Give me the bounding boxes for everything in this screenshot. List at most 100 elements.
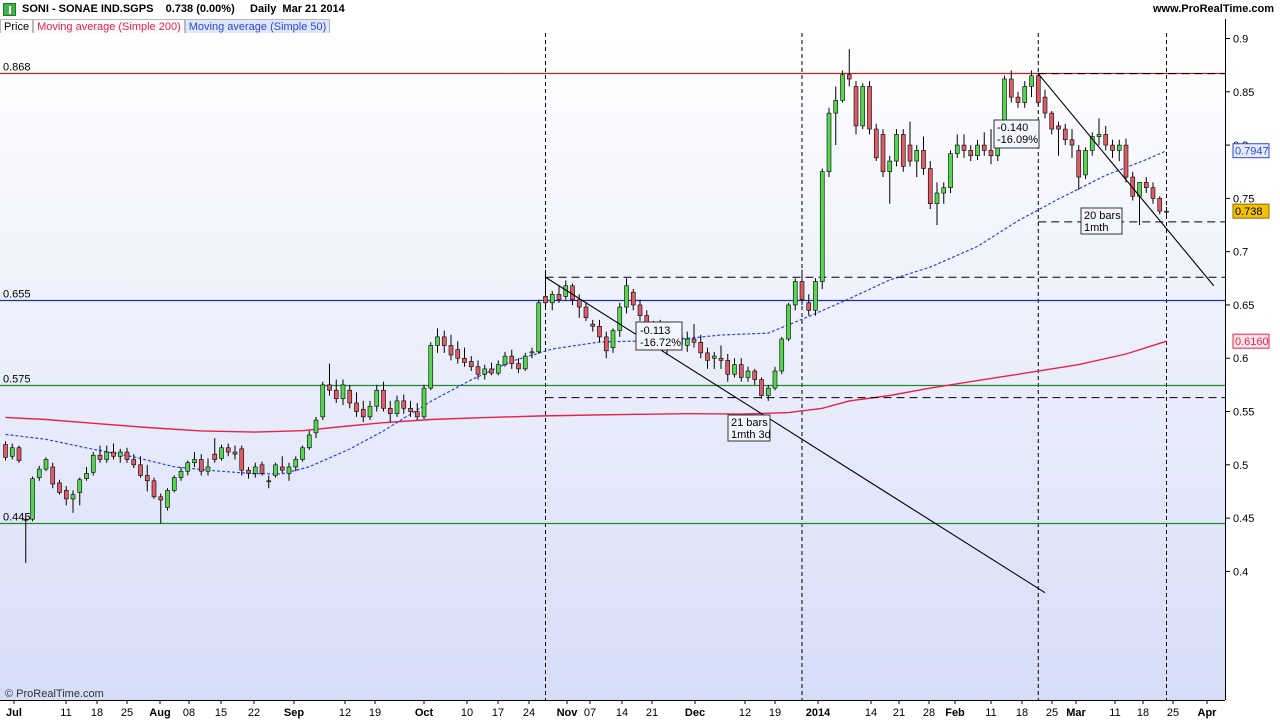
candle-body — [70, 494, 76, 500]
x-tick-label: Dec — [685, 707, 705, 719]
x-tick-label: 28 — [923, 707, 935, 719]
candle-body — [1008, 78, 1014, 98]
candle-body — [252, 466, 258, 474]
measure-1-pct: -16.72% — [640, 337, 681, 349]
candle-up — [90, 452, 96, 476]
candle-body — [279, 466, 285, 471]
candle-body — [840, 74, 845, 101]
candle-body — [988, 150, 994, 157]
candle-body — [921, 150, 926, 169]
candle-body — [448, 345, 454, 356]
candle-body — [637, 304, 643, 316]
x-tick-label: Feb — [945, 707, 965, 719]
candle-body — [907, 144, 913, 162]
candle-body — [522, 355, 528, 370]
candle-down — [151, 477, 157, 499]
candle-body — [873, 128, 879, 159]
candle-body — [718, 357, 724, 361]
candle-body — [1116, 144, 1122, 151]
x-tick-label: Sep — [284, 707, 304, 719]
measure-box-1: -0.113 -16.72% — [635, 321, 683, 351]
y-tick-label: 0.45 — [1233, 513, 1254, 525]
x-tick-label: 15 — [215, 707, 227, 719]
candle-body — [387, 408, 393, 414]
candle-body — [698, 341, 704, 354]
candle-body — [63, 490, 69, 500]
candle-up — [320, 381, 326, 421]
candle-up — [421, 384, 427, 419]
measure-1-change: -0.113 — [640, 325, 670, 337]
candle-body — [401, 400, 407, 409]
measure-2-pct: -16.09% — [997, 134, 1038, 146]
x-tick-label: 19 — [769, 707, 781, 719]
candle-body — [684, 338, 690, 346]
measure-1-bars: 21 bars — [731, 417, 768, 429]
candle-body — [165, 490, 170, 508]
x-tick-label: 22 — [248, 707, 260, 719]
candle-body — [9, 447, 15, 457]
candle-body — [833, 100, 839, 114]
candle-body — [313, 419, 319, 434]
x-tick-label: 2014 — [806, 707, 831, 719]
candle-body — [158, 496, 164, 501]
x-tick-label: 11 — [985, 707, 996, 719]
candle-body — [381, 389, 386, 409]
candle-body — [853, 86, 859, 127]
candle-body — [455, 349, 461, 359]
y-tick-label: 0.85 — [1233, 87, 1254, 99]
hline-label: 0.445 — [3, 512, 31, 524]
candle-body — [171, 477, 177, 491]
candle-up — [1083, 147, 1088, 180]
candle-body — [597, 325, 602, 338]
measure-1-span: 1mth 3d — [731, 429, 771, 441]
candle-body — [806, 302, 812, 311]
y-tick-label: 0.5 — [1233, 460, 1248, 472]
candle-body — [43, 459, 49, 470]
candle-body — [138, 464, 143, 476]
candle-body — [799, 281, 805, 300]
candle-up — [30, 476, 35, 522]
hline-label: 0.868 — [3, 62, 31, 74]
measure-2-bars: 20 bars — [1084, 210, 1121, 222]
candle-body — [752, 370, 758, 380]
candle-body — [954, 144, 960, 154]
measure-box-2: 21 bars 1mth 3d — [727, 414, 771, 442]
x-tick-label: Jul — [6, 707, 22, 719]
price-chart[interactable]: 0.868 0.655 0.575 0.445 -0.113 -16.72% 21 b… — [0, 0, 1280, 720]
candle-body — [509, 355, 515, 364]
x-tick-label: 21 — [646, 707, 658, 719]
candle-down — [900, 129, 906, 172]
candle-down — [880, 129, 886, 178]
candle-body — [111, 451, 116, 457]
candle-body — [867, 86, 872, 130]
candle-down — [927, 161, 933, 210]
candle-body — [1022, 86, 1028, 103]
y-tick-label: 0.65 — [1233, 300, 1254, 312]
candle-down — [1123, 138, 1129, 183]
candle-body — [1123, 144, 1129, 178]
x-tick-label: 14 — [865, 707, 877, 719]
hline-label: 0.575 — [3, 374, 31, 386]
candle-body — [765, 387, 771, 396]
candle-body — [333, 389, 339, 400]
candle-body — [900, 134, 906, 167]
candle-body — [1056, 125, 1061, 130]
x-tick-label: 25 — [1167, 707, 1179, 719]
candle-body — [1076, 150, 1082, 178]
candle-down — [1035, 72, 1041, 105]
candle-down — [873, 123, 879, 162]
candle-down — [759, 377, 764, 399]
candle-body — [1035, 75, 1041, 103]
candle-body — [705, 352, 710, 361]
candle-body — [246, 469, 251, 474]
candle-body — [435, 336, 440, 346]
candle-body — [1062, 128, 1068, 141]
candle-body — [576, 299, 582, 308]
candle-body — [759, 379, 764, 396]
candle-body — [772, 370, 778, 389]
candle-body — [961, 144, 967, 151]
candle-body — [50, 466, 56, 485]
candle-body — [914, 150, 920, 162]
candle-body — [1083, 150, 1088, 176]
candle-body — [819, 171, 825, 282]
